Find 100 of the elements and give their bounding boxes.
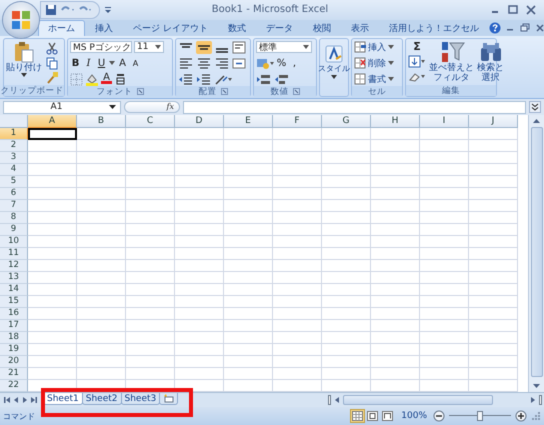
ribbon-tab[interactable]: 校閲	[302, 20, 341, 36]
row-header[interactable]: 6	[0, 188, 28, 200]
copy-icon[interactable]	[45, 56, 59, 70]
row-header[interactable]: 16	[0, 308, 28, 320]
italic-button[interactable]: I	[83, 56, 94, 70]
insert-sheet-button[interactable]	[159, 393, 178, 406]
styles-button[interactable]: スタイル	[320, 39, 348, 96]
row-header[interactable]: 4	[0, 164, 28, 176]
dialog-launcher-icon[interactable]	[220, 88, 228, 96]
column-header[interactable]: C	[126, 115, 175, 128]
row-header[interactable]: 22	[0, 380, 28, 392]
ribbon-tab[interactable]: 表示	[340, 20, 379, 36]
underline-button[interactable]: U	[96, 56, 107, 70]
next-sheet-icon[interactable]	[21, 395, 29, 406]
active-cell[interactable]	[28, 128, 77, 140]
brush-icon[interactable]	[45, 71, 59, 86]
decrease-decimal-icon[interactable]	[274, 72, 290, 86]
number-format-dropdown[interactable]: 標準	[256, 41, 312, 54]
column-header[interactable]: D	[175, 115, 224, 128]
row-header[interactable]: 21	[0, 368, 28, 380]
formula-input[interactable]	[183, 100, 526, 114]
close-icon[interactable]	[534, 22, 544, 34]
normal-view-button[interactable]	[350, 409, 366, 424]
merge-cells-icon[interactable]	[232, 56, 248, 70]
previous-sheet-icon[interactable]	[12, 395, 20, 406]
horizontal-scrollbar[interactable]	[328, 394, 542, 406]
comma-button[interactable]: ,	[289, 56, 300, 70]
row-header[interactable]: 18	[0, 332, 28, 344]
row-header[interactable]: 20	[0, 356, 28, 368]
sheet-tab[interactable]: Sheet3	[120, 393, 160, 406]
orientation-icon[interactable]	[214, 72, 232, 86]
zoom-in-icon[interactable]	[515, 410, 527, 422]
first-sheet-icon[interactable]	[3, 395, 11, 406]
increase-indent-icon[interactable]	[196, 72, 212, 86]
restore-icon[interactable]	[518, 22, 531, 34]
column-header[interactable]: E	[224, 115, 273, 128]
column-header[interactable]: H	[371, 115, 420, 128]
scroll-thumb[interactable]	[530, 127, 542, 378]
row-header[interactable]: 2	[0, 140, 28, 152]
zoom-slider-thumb[interactable]	[477, 411, 483, 422]
paste-button[interactable]: 貼り付け	[6, 40, 42, 78]
sort-filter-button[interactable]: 並べ替えと フィルタ	[429, 40, 474, 84]
cut-icon[interactable]	[45, 41, 59, 56]
row-header[interactable]: 14	[0, 284, 28, 296]
sheet-tab[interactable]: Sheet1	[43, 393, 83, 406]
dialog-launcher-icon[interactable]	[292, 88, 300, 96]
expand-icon[interactable]	[529, 101, 541, 114]
save-icon[interactable]	[45, 4, 57, 16]
row-header[interactable]: 17	[0, 320, 28, 332]
zoom-out-icon[interactable]	[433, 410, 445, 422]
ribbon-tab[interactable]: 数式	[218, 20, 256, 36]
align-middle-icon[interactable]	[196, 40, 212, 54]
row-header[interactable]: 8	[0, 212, 28, 224]
scroll-thumb[interactable]	[343, 395, 493, 406]
page-layout-view-button[interactable]	[365, 409, 380, 424]
row-header[interactable]: 10	[0, 236, 28, 248]
column-header[interactable]: A	[28, 115, 77, 128]
align-center-icon[interactable]	[196, 56, 212, 70]
help-icon[interactable]	[488, 22, 501, 34]
last-sheet-icon[interactable]	[30, 395, 38, 406]
cells-button[interactable]: 書式	[354, 72, 394, 86]
align-right-icon[interactable]	[214, 56, 230, 70]
autosum-button[interactable]: Σ	[408, 40, 426, 54]
column-header[interactable]: B	[77, 115, 126, 128]
vertical-scrollbar[interactable]	[528, 115, 544, 392]
ribbon-tab[interactable]: ページ レイアウト	[123, 20, 218, 36]
row-header[interactable]: 3	[0, 152, 28, 164]
row-header[interactable]: 11	[0, 248, 28, 260]
align-left-icon[interactable]	[178, 56, 194, 70]
shrink-font-button[interactable]: A	[130, 56, 141, 70]
row-header[interactable]: 19	[0, 344, 28, 356]
row-header[interactable]: 7	[0, 200, 28, 212]
close-icon[interactable]	[524, 4, 538, 16]
row-header[interactable]: 1	[0, 128, 28, 140]
row-header[interactable]: 5	[0, 176, 28, 188]
font-size-dropdown[interactable]: 11	[134, 41, 164, 54]
ribbon-tab[interactable]: 挿入	[85, 20, 123, 36]
ribbon-tab[interactable]: ホーム	[38, 20, 85, 36]
bold-button[interactable]: B	[70, 56, 81, 70]
row-header[interactable]: 15	[0, 296, 28, 308]
percent-button[interactable]: %	[276, 56, 287, 70]
zoom-level[interactable]: 100%	[401, 411, 427, 422]
customize-caret-icon[interactable]	[104, 6, 112, 14]
dialog-launcher-icon[interactable]	[136, 88, 144, 96]
currency-icon[interactable]	[256, 56, 274, 70]
row-header[interactable]: 13	[0, 272, 28, 284]
name-box[interactable]: A1	[3, 100, 121, 114]
fill-color-icon[interactable]	[85, 72, 99, 86]
sheet-tab[interactable]: Sheet2	[82, 393, 122, 406]
page-break-view-button[interactable]	[380, 409, 396, 424]
ribbon-tab[interactable]: 活用しよう！エクセル	[378, 20, 489, 36]
column-header[interactable]: G	[322, 115, 371, 128]
increase-decimal-icon[interactable]	[256, 72, 272, 86]
find-select-button[interactable]: 検索と 選択	[477, 40, 504, 84]
resize-grip-icon[interactable]	[531, 411, 541, 422]
grow-font-button[interactable]: A	[117, 56, 128, 70]
phonetic-icon[interactable]	[114, 72, 127, 86]
decrease-indent-icon[interactable]	[178, 72, 194, 86]
cells-button[interactable]: 削除	[354, 56, 394, 70]
fill-icon[interactable]	[408, 55, 426, 68]
